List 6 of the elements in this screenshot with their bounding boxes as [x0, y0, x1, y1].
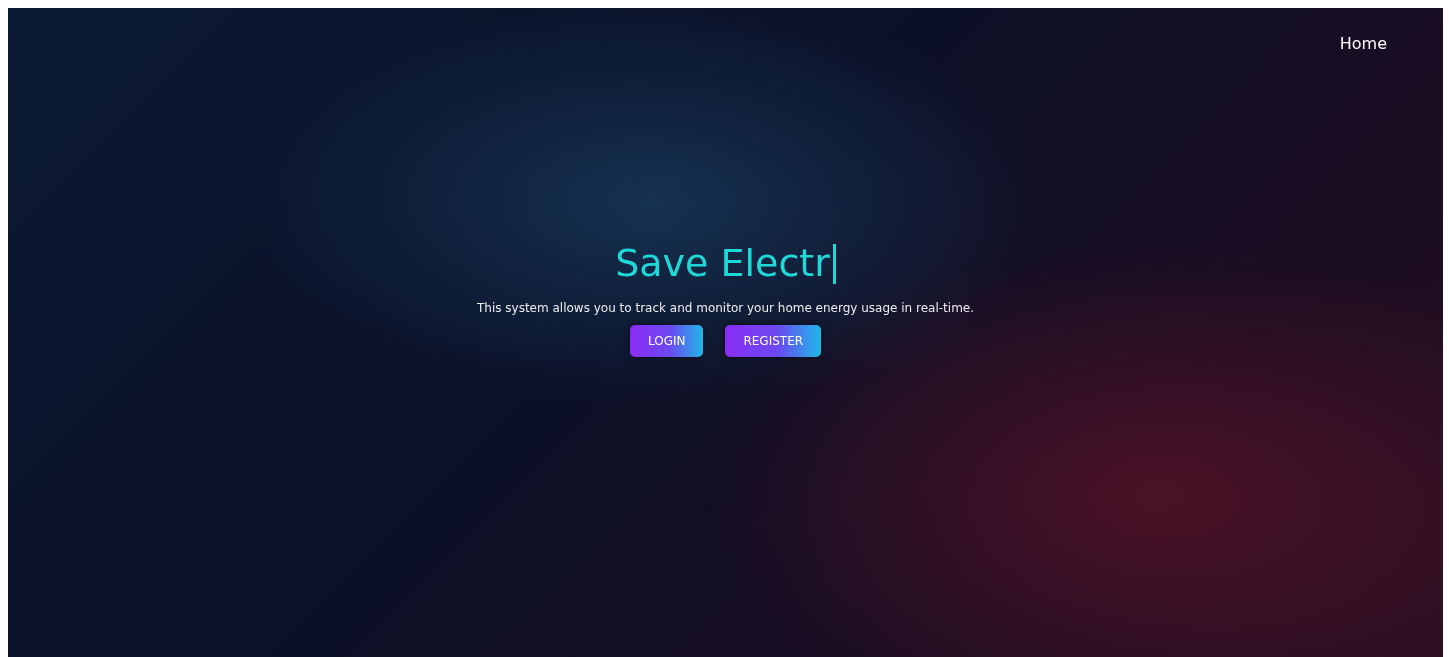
hero-description: This system allows you to track and monitor your home energy usage in real-time. [476, 300, 974, 315]
home-link[interactable]: Home [1339, 34, 1387, 53]
hero-title: Save Electr [615, 243, 830, 285]
action-button[interactable]: REGISTER [725, 324, 822, 357]
action-button[interactable]: LOGIN [629, 324, 704, 357]
typing-cursor [832, 243, 836, 284]
